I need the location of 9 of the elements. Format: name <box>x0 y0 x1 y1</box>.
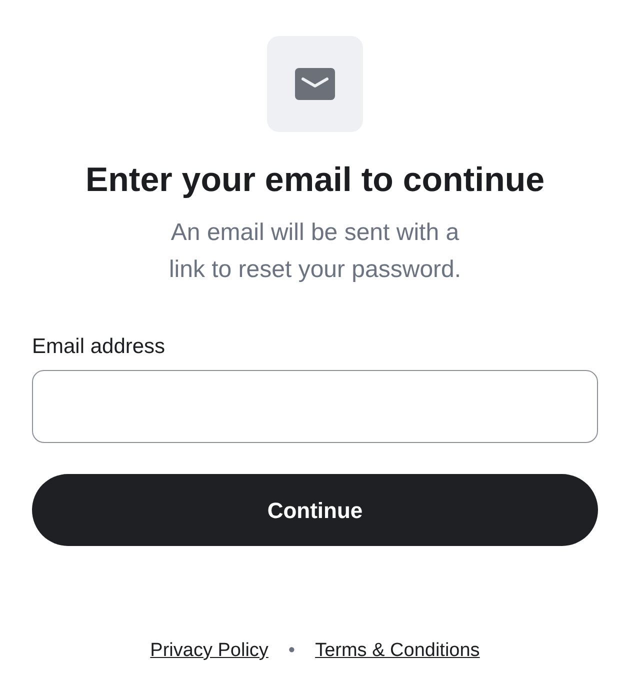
page-title: Enter your email to continue <box>85 160 545 201</box>
continue-button[interactable]: Continue <box>32 474 598 546</box>
email-input-field[interactable] <box>32 370 598 443</box>
separator-dot: • <box>288 639 296 663</box>
subtitle-text: An email will be sent with a link to reset your password. <box>168 218 462 285</box>
footer-link[interactable]: Terms & Conditions <box>315 637 480 666</box>
footer-link[interactable]: Privacy Policy <box>150 637 268 666</box>
mail-icon <box>295 68 335 100</box>
email-label: Email address <box>32 334 166 360</box>
